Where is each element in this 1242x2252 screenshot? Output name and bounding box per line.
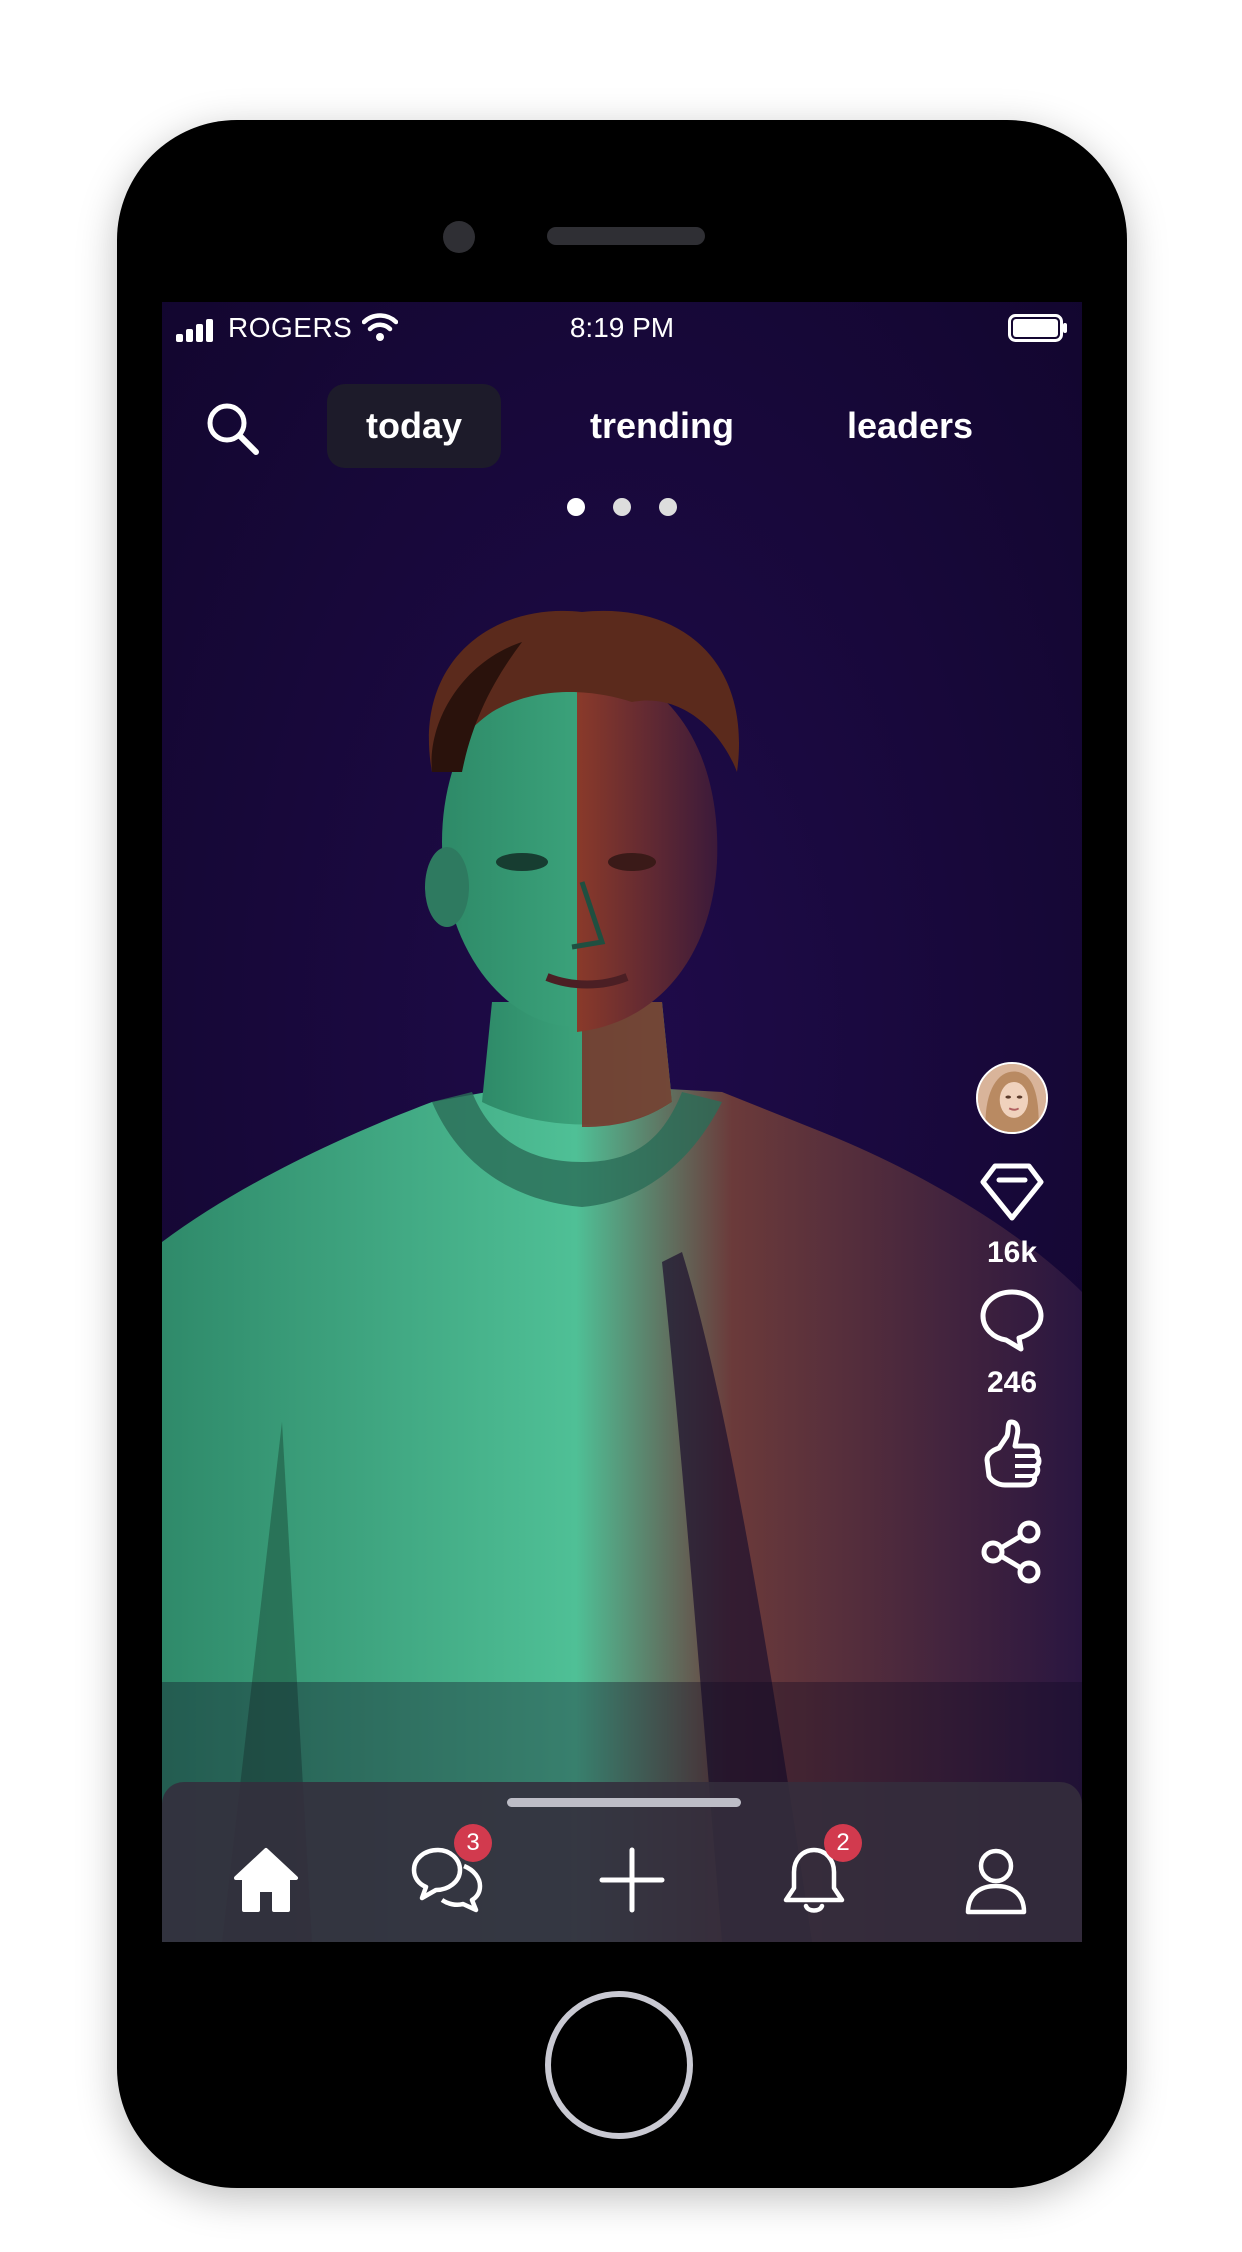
tab-trending[interactable]: trending [572,384,752,468]
home-button[interactable] [545,1991,693,2139]
comment-icon [980,1289,1044,1352]
action-rail: 16k 246 [972,1062,1052,1598]
tab-home[interactable] [226,1840,306,1920]
diamond-icon [980,1163,1044,1221]
drawer-handle[interactable] [507,1798,741,1807]
status-time: 8:19 PM [569,312,675,343]
like-button[interactable] [972,1418,1052,1492]
comments-button[interactable] [972,1288,1052,1352]
tab-today[interactable]: today [327,384,501,468]
home-icon [234,1848,298,1912]
share-icon [981,1520,1041,1584]
gems-button[interactable] [972,1162,1052,1222]
tab-messages[interactable]: 3 [408,1824,492,1920]
battery-icon [1008,314,1067,342]
gems-count: 16k [986,1236,1038,1269]
status-bar: ROGERS 8:19 PM [162,302,1082,356]
plus-icon [599,1847,665,1913]
avatar[interactable] [976,1062,1048,1134]
thumbs-up-icon [984,1419,1042,1488]
notifications-badge: 2 [824,1824,862,1862]
share-button[interactable] [972,1520,1052,1584]
feed-tabs: today trending leaders [162,384,1082,468]
page-dot [613,498,631,516]
search-icon[interactable] [202,398,262,458]
phone-frame: ROGERS 8:19 PM today trending leaders 16… [117,120,1127,2188]
page-indicator [162,498,1082,521]
page-dot [566,498,585,516]
tab-profile[interactable] [956,1840,1036,1920]
tab-create[interactable] [592,1840,672,1920]
bottom-tab-bar: 3 2 [162,1782,1082,1942]
page-dot [659,498,678,516]
front-camera [443,221,475,253]
tab-leaders[interactable]: leaders [828,384,992,468]
feed-photo[interactable] [162,302,1082,1942]
comments-count: 246 [986,1366,1038,1399]
app-screen: ROGERS 8:19 PM today trending leaders 16… [162,302,1082,1942]
earpiece-speaker [547,227,705,245]
messages-badge: 3 [454,1824,492,1862]
profile-icon [965,1848,1027,1915]
tab-notifications[interactable]: 2 [774,1824,862,1920]
